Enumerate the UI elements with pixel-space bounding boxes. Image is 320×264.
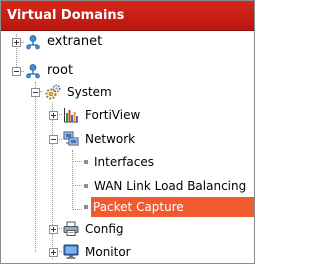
- tree-node-label: FortiView: [85, 108, 141, 122]
- expand-toggle[interactable]: [12, 38, 21, 47]
- tree-node-wan-link-load-balancing[interactable]: WAN Link Load Balancing: [1, 176, 254, 196]
- leaf-bullet-icon: [84, 160, 88, 164]
- panel-title: Virtual Domains: [1, 1, 254, 31]
- expand-toggle[interactable]: [49, 111, 58, 120]
- tree-node-label: Interfaces: [94, 155, 154, 169]
- tree-node-label: System: [67, 85, 112, 99]
- leaf-bullet-icon: [84, 184, 88, 188]
- bar-chart-icon: [63, 107, 79, 123]
- tree-node-root[interactable]: root: [1, 61, 254, 81]
- collapse-toggle[interactable]: [31, 88, 40, 97]
- tree-guide-line: [72, 209, 82, 210]
- tree-node-monitor[interactable]: Monitor: [1, 242, 254, 262]
- tree-node-label: extranet: [47, 34, 103, 49]
- virtual-domains-panel: Virtual Domains extranet root System For…: [0, 0, 255, 264]
- printer-config-icon: [63, 221, 79, 237]
- expand-toggle[interactable]: [49, 248, 58, 257]
- tree-node-fortiview[interactable]: FortiView: [1, 105, 254, 125]
- tree-node-label: Network: [85, 132, 136, 146]
- tree-node-label: Config: [85, 222, 124, 236]
- tree-node-network[interactable]: Network: [1, 129, 254, 149]
- tree-node-extranet[interactable]: extranet: [1, 32, 254, 52]
- tree-node-system[interactable]: System: [1, 82, 254, 102]
- tree-node-config[interactable]: Config: [1, 219, 254, 239]
- network-computer-icon: [63, 131, 79, 147]
- collapse-toggle[interactable]: [12, 67, 21, 76]
- tree-node-interfaces[interactable]: Interfaces: [1, 152, 254, 172]
- gear-icon: [45, 84, 61, 100]
- tree-node-packet-capture[interactable]: Packet Capture: [91, 197, 254, 217]
- expand-toggle[interactable]: [49, 225, 58, 234]
- collapse-toggle[interactable]: [49, 135, 58, 144]
- tree-node-label: WAN Link Load Balancing: [94, 179, 247, 193]
- vdom-tree: extranet root System FortiView Network I…: [1, 32, 254, 263]
- monitor-icon: [63, 244, 79, 260]
- vdom-node-icon: [25, 34, 41, 50]
- tree-node-label: Packet Capture: [93, 200, 184, 214]
- tree-node-label: root: [47, 63, 74, 78]
- vdom-node-icon: [25, 63, 41, 79]
- leaf-bullet-icon: [84, 205, 88, 209]
- tree-node-label: Monitor: [85, 245, 131, 259]
